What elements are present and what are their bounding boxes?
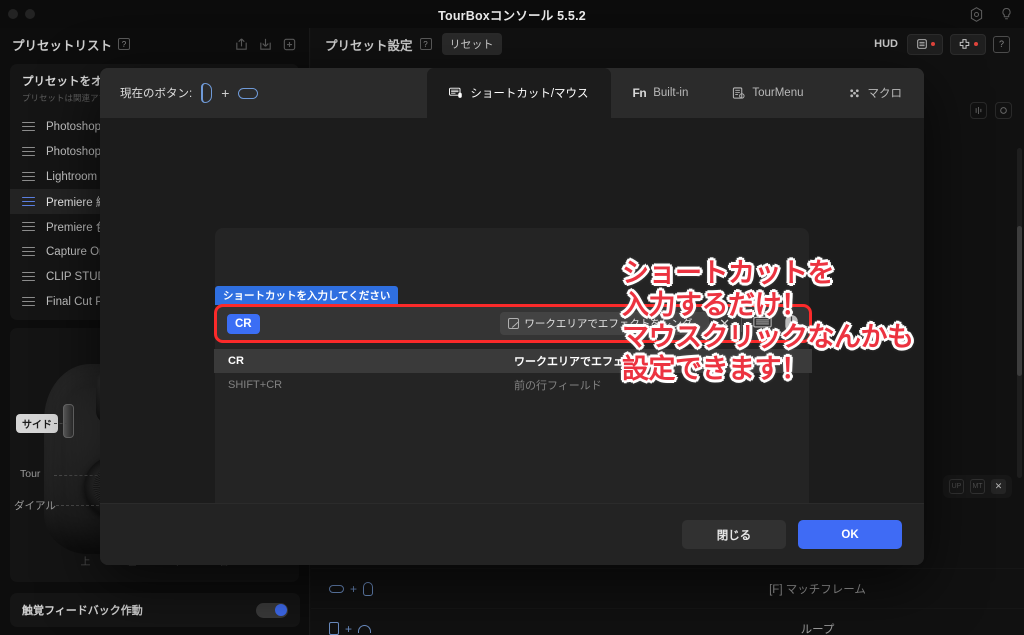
button-combo-icons: +: [329, 622, 629, 635]
suggestion-row[interactable]: SHIFT+CR 前の行フィールド: [214, 373, 812, 397]
preset-settings-title: プリセット設定: [325, 38, 413, 53]
tab-2[interactable]: Fn Built-in: [611, 68, 711, 118]
preset-list-title: プリセットリスト: [12, 38, 113, 53]
keyboard-icon[interactable]: [753, 316, 772, 331]
shortcut-row-label: ループ: [800, 623, 835, 635]
preset-list-actions: [234, 37, 297, 52]
side-leader-line: [54, 423, 68, 424]
hud-label: HUD: [874, 38, 898, 50]
drag-handle-icon: [22, 121, 35, 132]
hud-dpad-button[interactable]: [950, 33, 986, 55]
corner-button-mt[interactable]: MT: [970, 479, 985, 494]
shortcut-row-label: [F] マッチフレーム: [769, 583, 866, 596]
hud-controls: HUD ?: [874, 33, 1010, 55]
drag-handle-icon: [22, 296, 35, 307]
add-icon[interactable]: [282, 37, 297, 52]
haptic-feedback-label: 触覚フィードバック作動: [22, 605, 143, 617]
button-glyph-pill-icon: [238, 87, 259, 99]
haptic-feedback-toggle[interactable]: [256, 602, 288, 618]
suggestion-key: SHIFT+CR: [228, 379, 283, 391]
titlebar-actions: [966, 4, 1016, 24]
record-icon[interactable]: [995, 102, 1012, 119]
keyboard-mouse-icon: [449, 87, 463, 99]
suggestion-row[interactable]: CR ワークエリアでエフェクトをレンダリング: [214, 349, 812, 373]
macro-grid-icon: [848, 87, 861, 100]
modal-body: ショートカットを入力してください CR ワークエリアでエフェクトをレンダ... …: [100, 118, 924, 565]
tab-1[interactable]: ショートカット/マウス: [427, 68, 611, 118]
hud-help-icon[interactable]: ?: [993, 35, 1010, 53]
current-button-row: 現在のボタン: +: [100, 68, 259, 118]
edit-icon: [508, 318, 520, 329]
suggestion-key: CR: [228, 355, 244, 367]
hud-list-indicator: [930, 42, 935, 46]
device-side-button[interactable]: [63, 404, 74, 438]
tab-label: Built-in: [653, 87, 689, 99]
preset-settings-header: プリセット設定 ? リセット HUD ?: [311, 28, 1024, 60]
device-direction-label: 上: [80, 557, 91, 568]
plus-icon: +: [221, 85, 230, 101]
close-button[interactable]: 閉じる: [682, 520, 786, 549]
clear-input-button[interactable]: ✕: [719, 316, 730, 332]
tab-label: マクロ: [867, 88, 903, 100]
action-tag[interactable]: ワークエリアでエフェクトをレンダ...: [500, 312, 710, 335]
modal-tabs: ショートカット/マウス Fn Built-in TourMenu マクロ: [427, 68, 924, 118]
suggestion-description: 前の行フィールド: [514, 380, 602, 392]
corner-button-close[interactable]: ✕: [991, 479, 1006, 494]
shortcut-key-chip[interactable]: CR: [227, 313, 260, 334]
current-button-label: 現在のボタン:: [120, 88, 193, 100]
fn-icon: Fn: [632, 86, 647, 100]
button-combo-icons: +: [329, 581, 629, 596]
floating-corner-buttons: UP MT ✕: [943, 475, 1012, 498]
drag-handle-icon: [22, 171, 35, 182]
device-side-label: サイド: [16, 414, 58, 433]
reset-button[interactable]: リセット: [441, 33, 502, 55]
divider: [741, 315, 742, 332]
help-icon[interactable]: ?: [118, 38, 131, 50]
mouse-icon[interactable]: [784, 314, 799, 333]
background-shortcut-rows: + [F] マッチフレーム + ループ: [311, 568, 1024, 635]
shortcut-suggestions: CR ワークエリアでエフェクトをレンダリング SHIFT+CR 前の行フィールド: [214, 349, 812, 397]
corner-button-up[interactable]: UP: [949, 479, 964, 494]
modal-top-bar: 現在のボタン: + ショートカット/マウス Fn Built-in TourMenu マ…: [100, 68, 924, 118]
device-dial-label: ダイアル: [14, 500, 56, 512]
app-window: TourBoxコンソール 5.5.2 プリセットリスト ? プリセットをオート …: [0, 0, 1024, 635]
tab-label: TourMenu: [752, 87, 804, 99]
drag-handle-icon: [22, 221, 35, 232]
hud-list-button[interactable]: [907, 33, 943, 55]
shortcut-input-field[interactable]: CR ワークエリアでエフェクトをレンダ... ✕: [214, 304, 812, 343]
preset-list-header: プリセットリスト ?: [0, 28, 309, 60]
shortcut-row[interactable]: + ループ: [311, 608, 1024, 635]
hud-dpad-indicator: [974, 42, 978, 46]
shortcut-row[interactable]: + [F] マッチフレーム: [311, 568, 1024, 608]
export-icon[interactable]: [234, 37, 249, 52]
ok-button[interactable]: OK: [798, 520, 902, 549]
tab-3[interactable]: TourMenu: [710, 68, 825, 118]
haptic-strength-icon[interactable]: [970, 102, 987, 119]
haptic-feedback-row: 触覚フィードバック作動: [10, 593, 300, 627]
gear-icon[interactable]: [966, 4, 986, 24]
drag-handle-icon: [22, 271, 35, 282]
action-tag-label: ワークエリアでエフェクトをレンダ...: [524, 318, 702, 330]
device-tour-label: Tour: [20, 468, 41, 480]
main-scrollbar[interactable]: [1017, 148, 1022, 478]
menu-list-icon: [732, 86, 745, 100]
app-title: TourBoxコンソール 5.5.2: [438, 8, 586, 23]
tab-4[interactable]: マクロ: [826, 68, 925, 118]
import-icon[interactable]: [258, 37, 273, 52]
shortcut-input-tooltip: ショートカットを入力してください: [215, 286, 399, 305]
button-glyph-bracket-icon: [201, 83, 213, 103]
tab-label: ショートカット/マウス: [470, 88, 589, 100]
suggestion-description: ワークエリアでエフェクトをレンダリング: [514, 356, 723, 368]
panel-sub-icons: [970, 102, 1012, 119]
drag-handle-icon: [22, 146, 35, 157]
title-bar: TourBoxコンソール 5.5.2: [0, 0, 1024, 28]
scrollbar-thumb[interactable]: [1017, 226, 1022, 376]
lightbulb-icon[interactable]: [996, 4, 1016, 24]
drag-handle-icon: [22, 196, 35, 207]
help-icon[interactable]: ?: [419, 38, 432, 50]
drag-handle-icon: [22, 246, 35, 257]
shortcut-settings-modal: 現在のボタン: + ショートカット/マウス Fn Built-in TourMenu マ…: [100, 68, 924, 565]
modal-footer: 閉じる OK: [100, 503, 924, 565]
preset-item-label: Photoshop: [46, 120, 101, 133]
